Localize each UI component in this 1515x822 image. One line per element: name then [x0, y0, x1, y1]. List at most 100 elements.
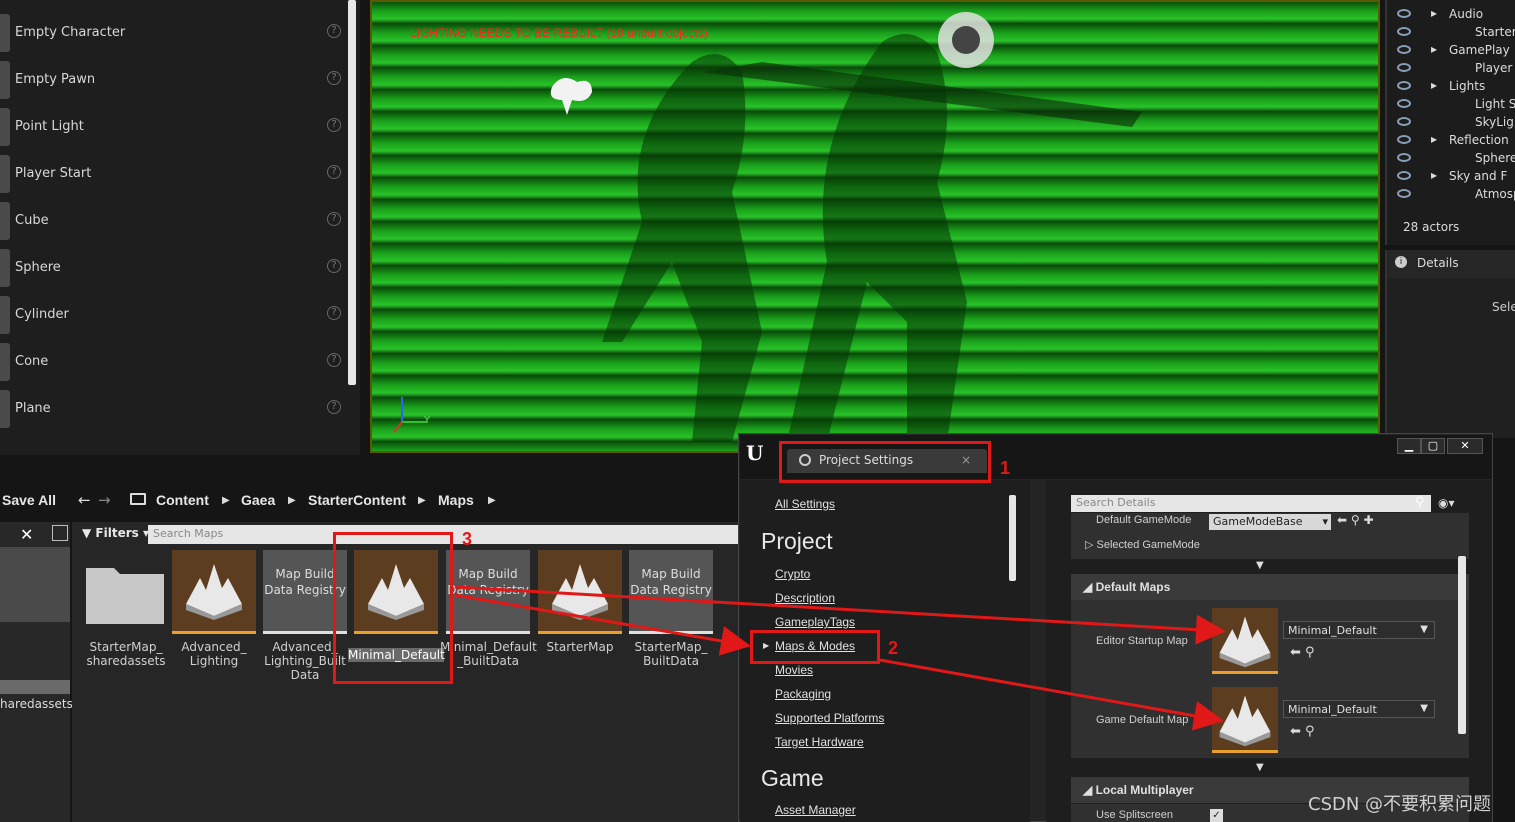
place-item-empty-character[interactable]: Empty Character ?	[0, 10, 352, 56]
breadcrumb-startercontent[interactable]: StarterContent	[308, 492, 406, 508]
outliner-row-sky[interactable]: ▸ Sky and F	[1387, 168, 1515, 186]
visibility-eye-icon[interactable]: ◉▾	[1438, 496, 1455, 510]
nav-movies[interactable]: Movies	[775, 663, 813, 677]
breadcrumb-gaea[interactable]: Gaea	[241, 492, 275, 508]
gamemode-rows: Default GameMode GameModeBase ▾ ⬅ ⚲ ✚ ▷ S…	[1071, 513, 1469, 559]
use-selected-icon[interactable]: ⬅ ⚲	[1290, 645, 1315, 660]
place-item-plane[interactable]: Plane ?	[0, 386, 352, 432]
nav-asset-manager[interactable]: Asset Manager	[775, 803, 856, 817]
default-maps-header[interactable]: ◢ Default Maps	[1071, 574, 1469, 600]
eye-icon[interactable]	[1397, 99, 1411, 108]
selected-gamemode-label[interactable]: ▷ Selected GameMode	[1085, 538, 1200, 551]
asset-minimal-default-builtdata[interactable]: Map Build Data Registry Minimal_Default …	[440, 550, 537, 680]
editor-startup-map-label: Editor Startup Map	[1096, 635, 1188, 647]
help-icon[interactable]: ?	[327, 24, 341, 38]
asset-advanced-lighting[interactable]: Advanced_ Lighting	[172, 550, 256, 680]
close-button[interactable]: ✕	[1447, 438, 1483, 454]
outliner-row[interactable]: SkyLigh	[1387, 114, 1515, 132]
filters-button[interactable]: ▼ Filters ▾	[82, 526, 149, 540]
source-selection[interactable]	[0, 680, 70, 694]
eye-icon[interactable]	[1397, 81, 1411, 90]
outliner-row[interactable]: Atmosp	[1387, 186, 1515, 204]
collapse-arrow-icon[interactable]: ▼	[1256, 762, 1264, 773]
eye-icon[interactable]	[1397, 27, 1411, 36]
use-selected-icon[interactable]: ⬅ ⚲	[1290, 724, 1315, 739]
outliner-row[interactable]: Light So	[1387, 96, 1515, 114]
save-all-button[interactable]: Save All	[2, 492, 56, 508]
nav-gameplaytags[interactable]: GameplayTags	[775, 615, 855, 629]
eye-icon[interactable]	[1397, 117, 1411, 126]
place-item-cube[interactable]: Cube ?	[0, 198, 352, 244]
place-actors-scrollbar[interactable]	[348, 0, 356, 385]
breadcrumb-maps[interactable]: Maps	[438, 492, 474, 508]
asset-name: Advanced_ Lighting	[181, 640, 247, 668]
actor-thumbnail	[0, 249, 10, 287]
place-item-label: Plane	[15, 401, 51, 416]
help-icon[interactable]: ?	[327, 212, 341, 226]
nav-supported-platforms[interactable]: Supported Platforms	[775, 711, 884, 725]
place-item-cone[interactable]: Cone ?	[0, 339, 352, 385]
outliner-row-audio[interactable]: ▸ Audio	[1387, 6, 1515, 24]
place-item-sphere[interactable]: Sphere ?	[0, 245, 352, 291]
eye-icon[interactable]	[1397, 45, 1411, 54]
editor-startup-map-combo[interactable]: Minimal_Default ▼	[1283, 621, 1435, 639]
search-details-input[interactable]: Search Details	[1071, 495, 1431, 512]
asset-startermap-sharedassets[interactable]: StarterMap_ sharedassets	[84, 550, 168, 680]
eye-icon[interactable]	[1397, 171, 1411, 180]
help-icon[interactable]: ?	[327, 165, 341, 179]
collapse-arrow-icon[interactable]: ▼	[1256, 560, 1264, 571]
help-icon[interactable]: ?	[327, 353, 341, 367]
use-selected-icon[interactable]: ⬅ ⚲ ✚	[1337, 513, 1374, 527]
use-splitscreen-checkbox[interactable]: ✓	[1210, 809, 1223, 822]
default-maps-text: Default Maps	[1095, 580, 1171, 594]
source-item-label[interactable]: haredassets	[0, 697, 73, 711]
asset-startermap[interactable]: StarterMap	[538, 550, 622, 680]
forward-arrow-icon[interactable]: →	[98, 491, 111, 509]
details-scrollbar[interactable]	[1458, 556, 1466, 734]
close-icon[interactable]: ✕	[20, 525, 33, 544]
maximize-button[interactable]: ▢	[1421, 438, 1445, 454]
search-icon[interactable]: ⚲	[1415, 495, 1425, 510]
help-icon[interactable]: ?	[327, 259, 341, 273]
eye-icon[interactable]	[1397, 135, 1411, 144]
outliner-row-reflection[interactable]: ▸ Reflection	[1387, 132, 1515, 150]
asset-startermap-builtdata[interactable]: Map Build Data Registry StarterMap_ Buil…	[629, 550, 713, 680]
outliner-row[interactable]: SphereR	[1387, 150, 1515, 168]
place-item-player-start[interactable]: Player Start ?	[0, 151, 352, 197]
game-default-map-combo[interactable]: Minimal_Default ▼	[1283, 700, 1435, 718]
editor-startup-map-thumbnail[interactable]	[1212, 608, 1278, 674]
details-tab[interactable]: i Details	[1385, 250, 1515, 278]
outliner-row-lights[interactable]: ▸ Lights	[1387, 78, 1515, 96]
nav-crypto[interactable]: Crypto	[775, 567, 810, 581]
breadcrumb-content[interactable]: Content	[156, 492, 209, 508]
nav-packaging[interactable]: Packaging	[775, 687, 831, 701]
nav-heading-game: Game	[761, 765, 824, 791]
outliner-row-gameplay[interactable]: ▸ GamePlay	[1387, 42, 1515, 60]
eye-icon[interactable]	[1397, 189, 1411, 198]
game-default-map-thumbnail[interactable]	[1212, 687, 1278, 753]
place-item-empty-pawn[interactable]: Empty Pawn ?	[0, 57, 352, 103]
place-item-label: Point Light	[15, 119, 84, 134]
eye-icon[interactable]	[1397, 9, 1411, 18]
level-viewport[interactable]: Y	[370, 0, 1380, 453]
eye-icon[interactable]	[1397, 153, 1411, 162]
outliner-row[interactable]: Player S	[1387, 60, 1515, 78]
help-icon[interactable]: ?	[327, 118, 341, 132]
nav-all-settings[interactable]: All Settings	[775, 497, 835, 511]
help-icon[interactable]: ?	[327, 306, 341, 320]
help-icon[interactable]: ?	[327, 71, 341, 85]
outliner-row[interactable]: Starter_	[1387, 24, 1515, 42]
place-item-point-light[interactable]: Point Light ?	[0, 104, 352, 150]
nav-description[interactable]: Description	[775, 591, 835, 605]
minimize-button[interactable]: ▁	[1397, 438, 1421, 454]
nav-scrollbar[interactable]	[1009, 495, 1016, 581]
help-icon[interactable]: ?	[327, 400, 341, 414]
back-arrow-icon[interactable]: ←	[78, 491, 91, 509]
eye-icon[interactable]	[1397, 63, 1411, 72]
default-gamemode-combo[interactable]: GameModeBase ▾	[1209, 514, 1331, 530]
asset-name: StarterMap_ sharedassets	[86, 640, 166, 668]
filters-label: Filters	[95, 526, 139, 540]
nav-target-hardware[interactable]: Target Hardware	[775, 735, 864, 749]
list-view-icon[interactable]	[52, 525, 68, 541]
place-item-cylinder[interactable]: Cylinder ?	[0, 292, 352, 338]
